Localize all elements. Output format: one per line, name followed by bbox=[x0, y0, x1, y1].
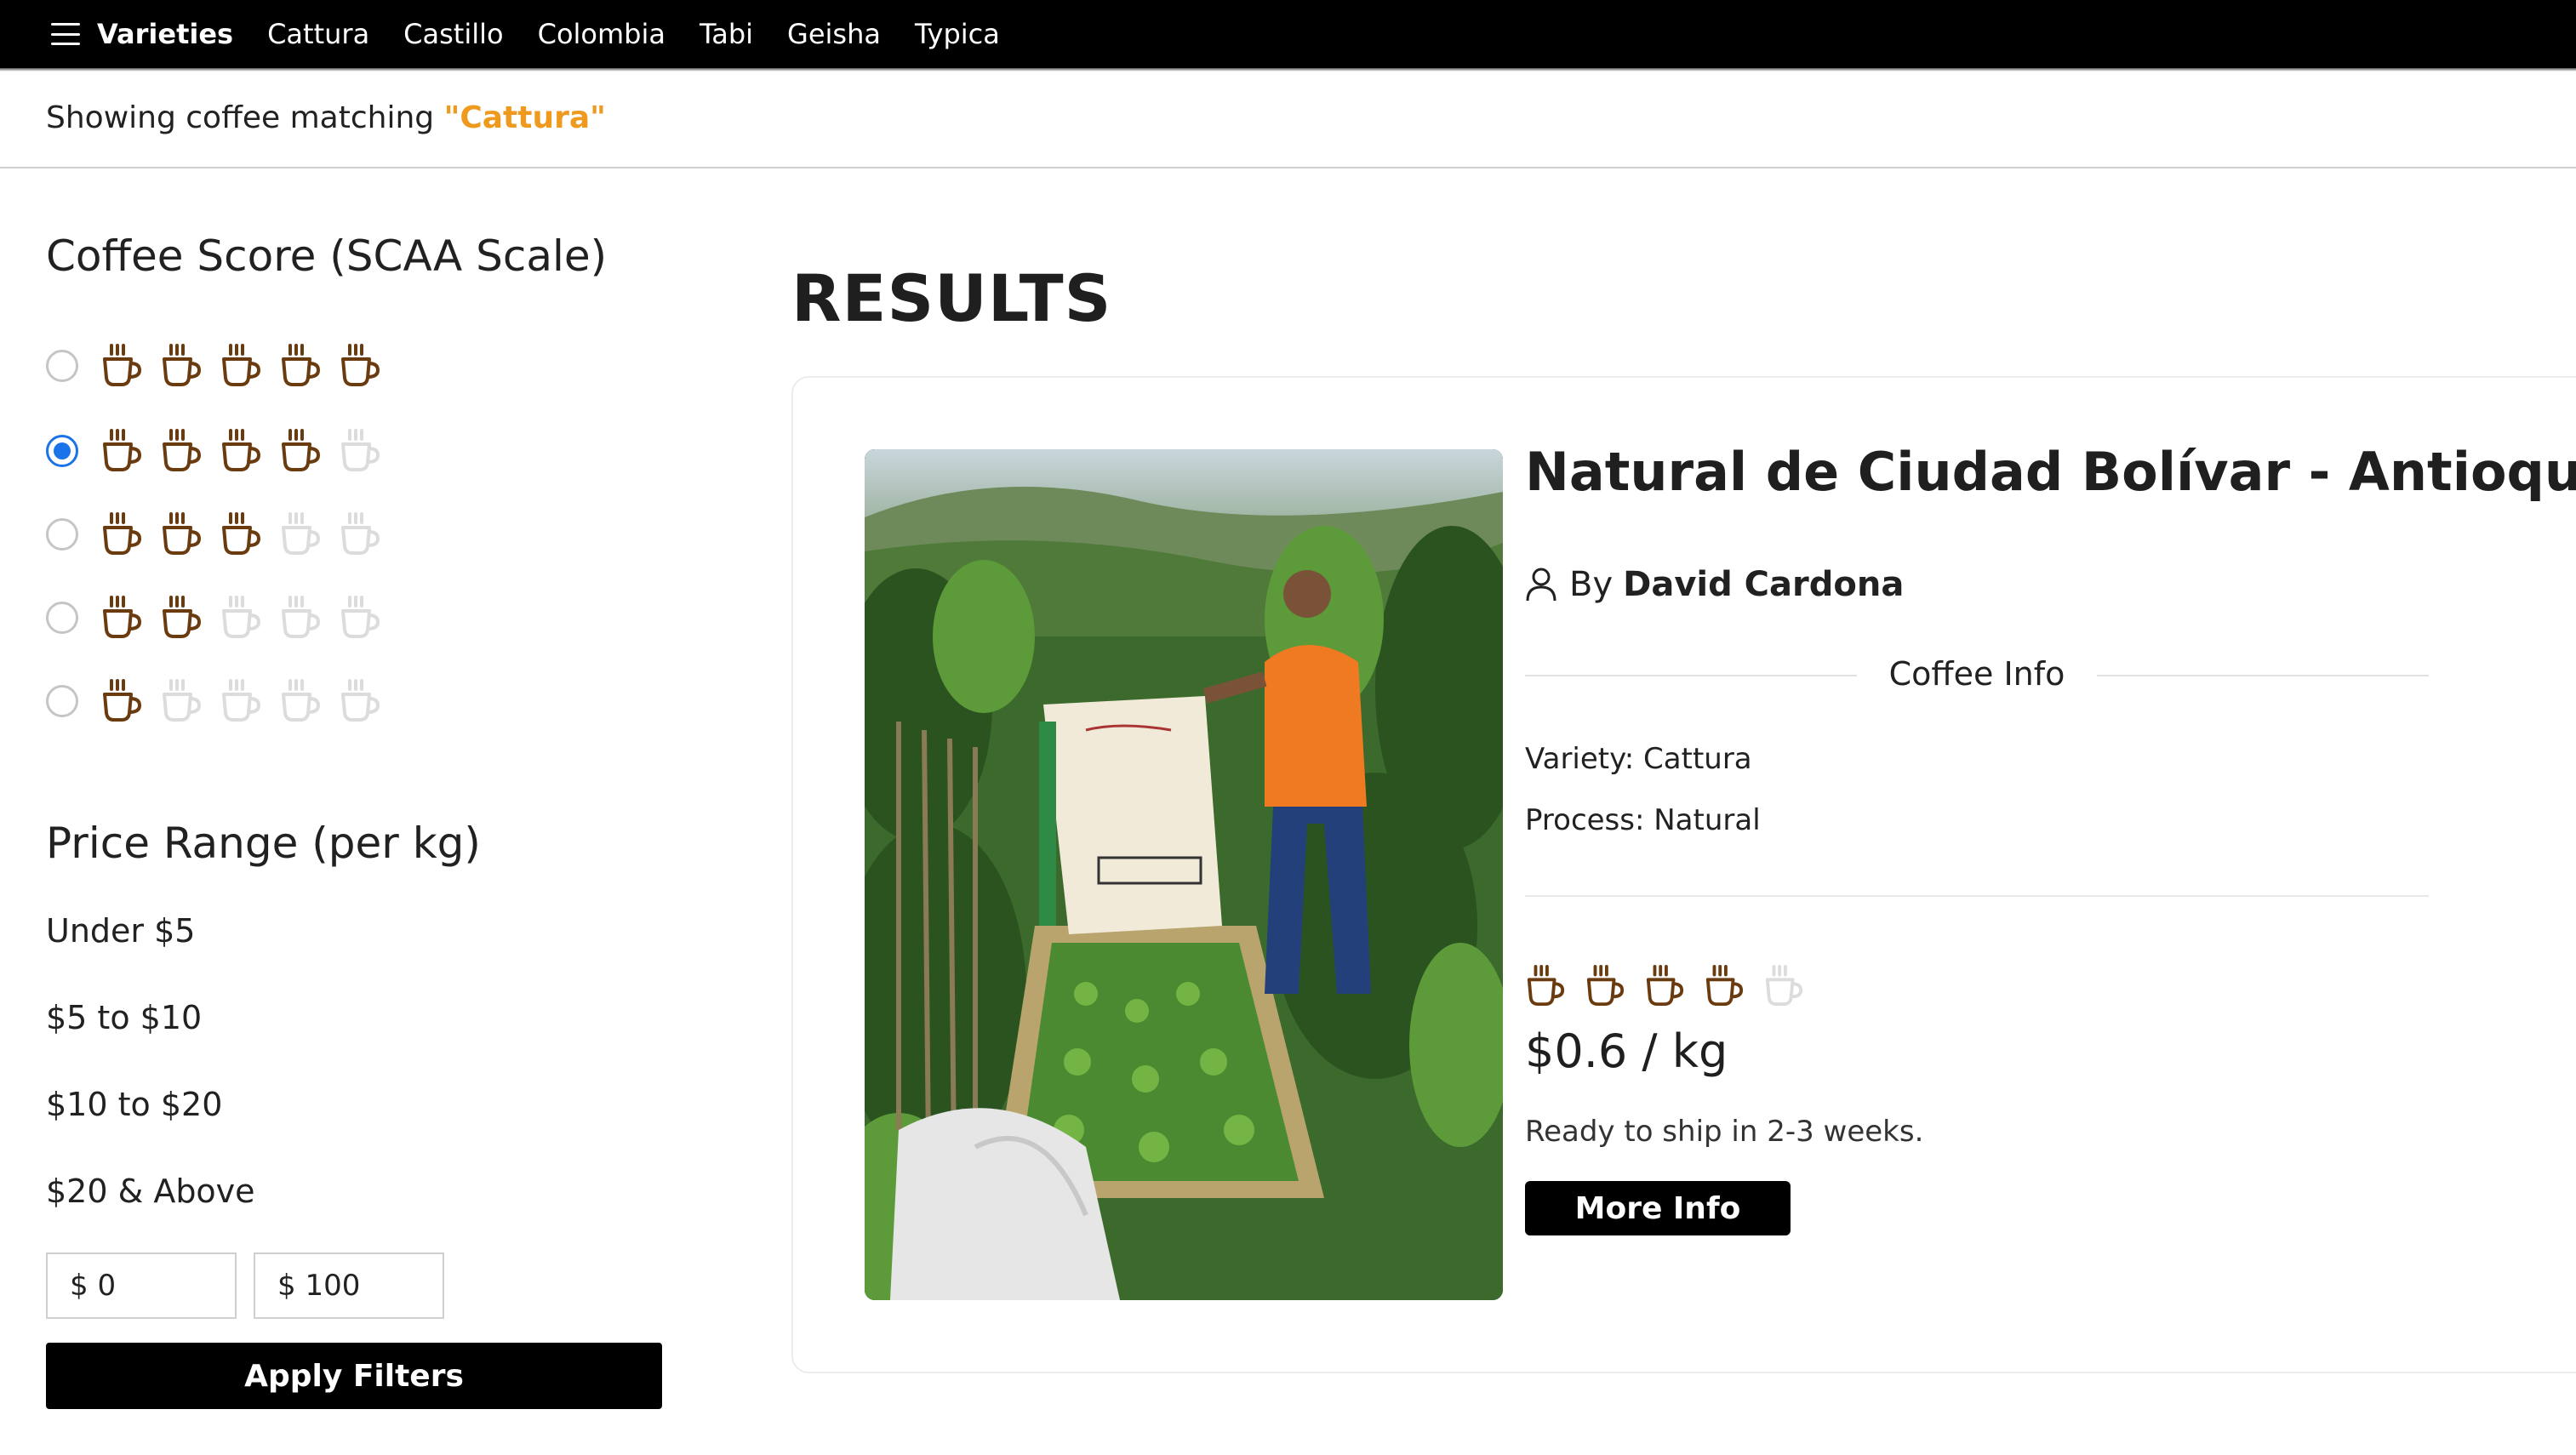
score-option-2[interactable] bbox=[46, 592, 398, 643]
info-divider-left bbox=[1525, 675, 1857, 676]
coffee-cup-icon bbox=[282, 429, 321, 471]
price-option-10-to-20[interactable]: $10 to $20 bbox=[46, 1086, 222, 1123]
coffee-name[interactable]: Natural de Ciudad Bolívar - Antioquia bbox=[1525, 441, 2576, 503]
search-term: "Cattura" bbox=[443, 100, 606, 135]
coffee-cup-icon bbox=[163, 512, 202, 555]
nav-item-castillo[interactable]: Castillo bbox=[403, 18, 503, 50]
coffee-cup-icon bbox=[282, 596, 321, 638]
user-icon bbox=[1526, 568, 1556, 602]
coffee-farmer-photo[interactable] bbox=[865, 449, 1503, 1300]
coffee-cup-icon bbox=[163, 679, 202, 722]
coffee-cup-icon bbox=[341, 596, 380, 638]
coffee-cup-icon bbox=[282, 512, 321, 555]
coffee-info-label: Coffee Info bbox=[1888, 655, 2065, 693]
producer-line: By David Cardona bbox=[1525, 565, 1904, 604]
search-status: Showing coffee matching "Cattura" bbox=[46, 100, 606, 135]
nav-item-typica[interactable]: Typica bbox=[915, 18, 1000, 50]
apply-filters-button[interactable]: Apply Filters bbox=[46, 1343, 662, 1409]
coffee-cup-icon bbox=[103, 429, 142, 471]
nav-item-colombia[interactable]: Colombia bbox=[538, 18, 665, 50]
min-price-input[interactable]: $ 0 bbox=[46, 1252, 237, 1319]
producer-name[interactable]: David Cardona bbox=[1623, 565, 1904, 604]
score-radio[interactable] bbox=[46, 685, 78, 717]
info-divider-right bbox=[2097, 675, 2429, 676]
hamburger-menu-icon[interactable] bbox=[51, 23, 80, 45]
top-navbar: Varieties Cattura Castillo Colombia Tabi… bbox=[0, 0, 2576, 68]
results-heading: RESULTS bbox=[791, 260, 1112, 336]
nav-item-geisha[interactable]: Geisha bbox=[787, 18, 881, 50]
nav-item-cattura[interactable]: Cattura bbox=[267, 18, 369, 50]
score-radio[interactable] bbox=[46, 602, 78, 634]
coffee-cup-icon bbox=[222, 344, 261, 386]
score-radio[interactable] bbox=[46, 435, 78, 467]
nav-brand-varieties[interactable]: Varieties bbox=[97, 18, 233, 50]
score-option-1[interactable] bbox=[46, 676, 398, 727]
score-filter-title: Coffee Score (SCAA Scale) bbox=[46, 231, 608, 281]
coffee-cup-icon bbox=[222, 679, 261, 722]
price-filter-title: Price Range (per kg) bbox=[46, 819, 481, 868]
by-label: By bbox=[1569, 565, 1614, 604]
score-radio[interactable] bbox=[46, 518, 78, 551]
shipping-info: Ready to ship in 2-3 weeks. bbox=[1525, 1115, 1924, 1149]
coffee-cup-icon bbox=[222, 596, 261, 638]
coffee-cup-icon bbox=[103, 596, 142, 638]
coffee-cup-icon bbox=[103, 512, 142, 555]
more-info-button[interactable]: More Info bbox=[1525, 1181, 1791, 1235]
coffee-cup-icon bbox=[341, 512, 380, 555]
process-detail: Process: Natural bbox=[1525, 803, 1761, 837]
search-status-prefix: Showing coffee matching bbox=[46, 100, 444, 135]
coffee-cup-icon bbox=[341, 344, 380, 386]
variety-detail: Variety: Cattura bbox=[1525, 742, 1752, 776]
coffee-cup-icon bbox=[103, 679, 142, 722]
coffee-score-cups bbox=[1525, 963, 1823, 1009]
coffee-price: $0.6 / kg bbox=[1525, 1024, 1728, 1078]
navbar-shadow bbox=[0, 68, 2576, 71]
coffee-cup-icon bbox=[282, 679, 321, 722]
detail-divider bbox=[1525, 895, 2429, 897]
price-option-20-above[interactable]: $20 & Above bbox=[46, 1173, 255, 1210]
score-option-5[interactable] bbox=[46, 340, 398, 391]
coffee-cup-icon bbox=[222, 429, 261, 471]
coffee-cup-icon bbox=[163, 596, 202, 638]
coffee-cup-icon bbox=[341, 679, 380, 722]
nav-item-tabi[interactable]: Tabi bbox=[700, 18, 753, 50]
max-price-input[interactable]: $ 100 bbox=[254, 1252, 444, 1319]
coffee-cup-icon bbox=[163, 344, 202, 386]
coffee-cup-icon bbox=[341, 429, 380, 471]
status-divider bbox=[0, 167, 2576, 168]
score-radio[interactable] bbox=[46, 350, 78, 382]
coffee-cup-icon bbox=[1527, 965, 1565, 1007]
coffee-cup-icon bbox=[282, 344, 321, 386]
coffee-cup-icon bbox=[1646, 965, 1684, 1007]
price-option-under-5[interactable]: Under $5 bbox=[46, 912, 195, 950]
coffee-cup-icon bbox=[222, 512, 261, 555]
score-option-4[interactable] bbox=[46, 425, 398, 476]
coffee-cup-icon bbox=[1705, 965, 1744, 1007]
price-option-5-to-10[interactable]: $5 to $10 bbox=[46, 999, 202, 1036]
coffee-cup-icon bbox=[163, 429, 202, 471]
score-option-3[interactable] bbox=[46, 509, 398, 560]
coffee-cup-icon bbox=[103, 344, 142, 386]
coffee-cup-icon bbox=[1586, 965, 1625, 1007]
coffee-cup-icon bbox=[1765, 965, 1803, 1007]
